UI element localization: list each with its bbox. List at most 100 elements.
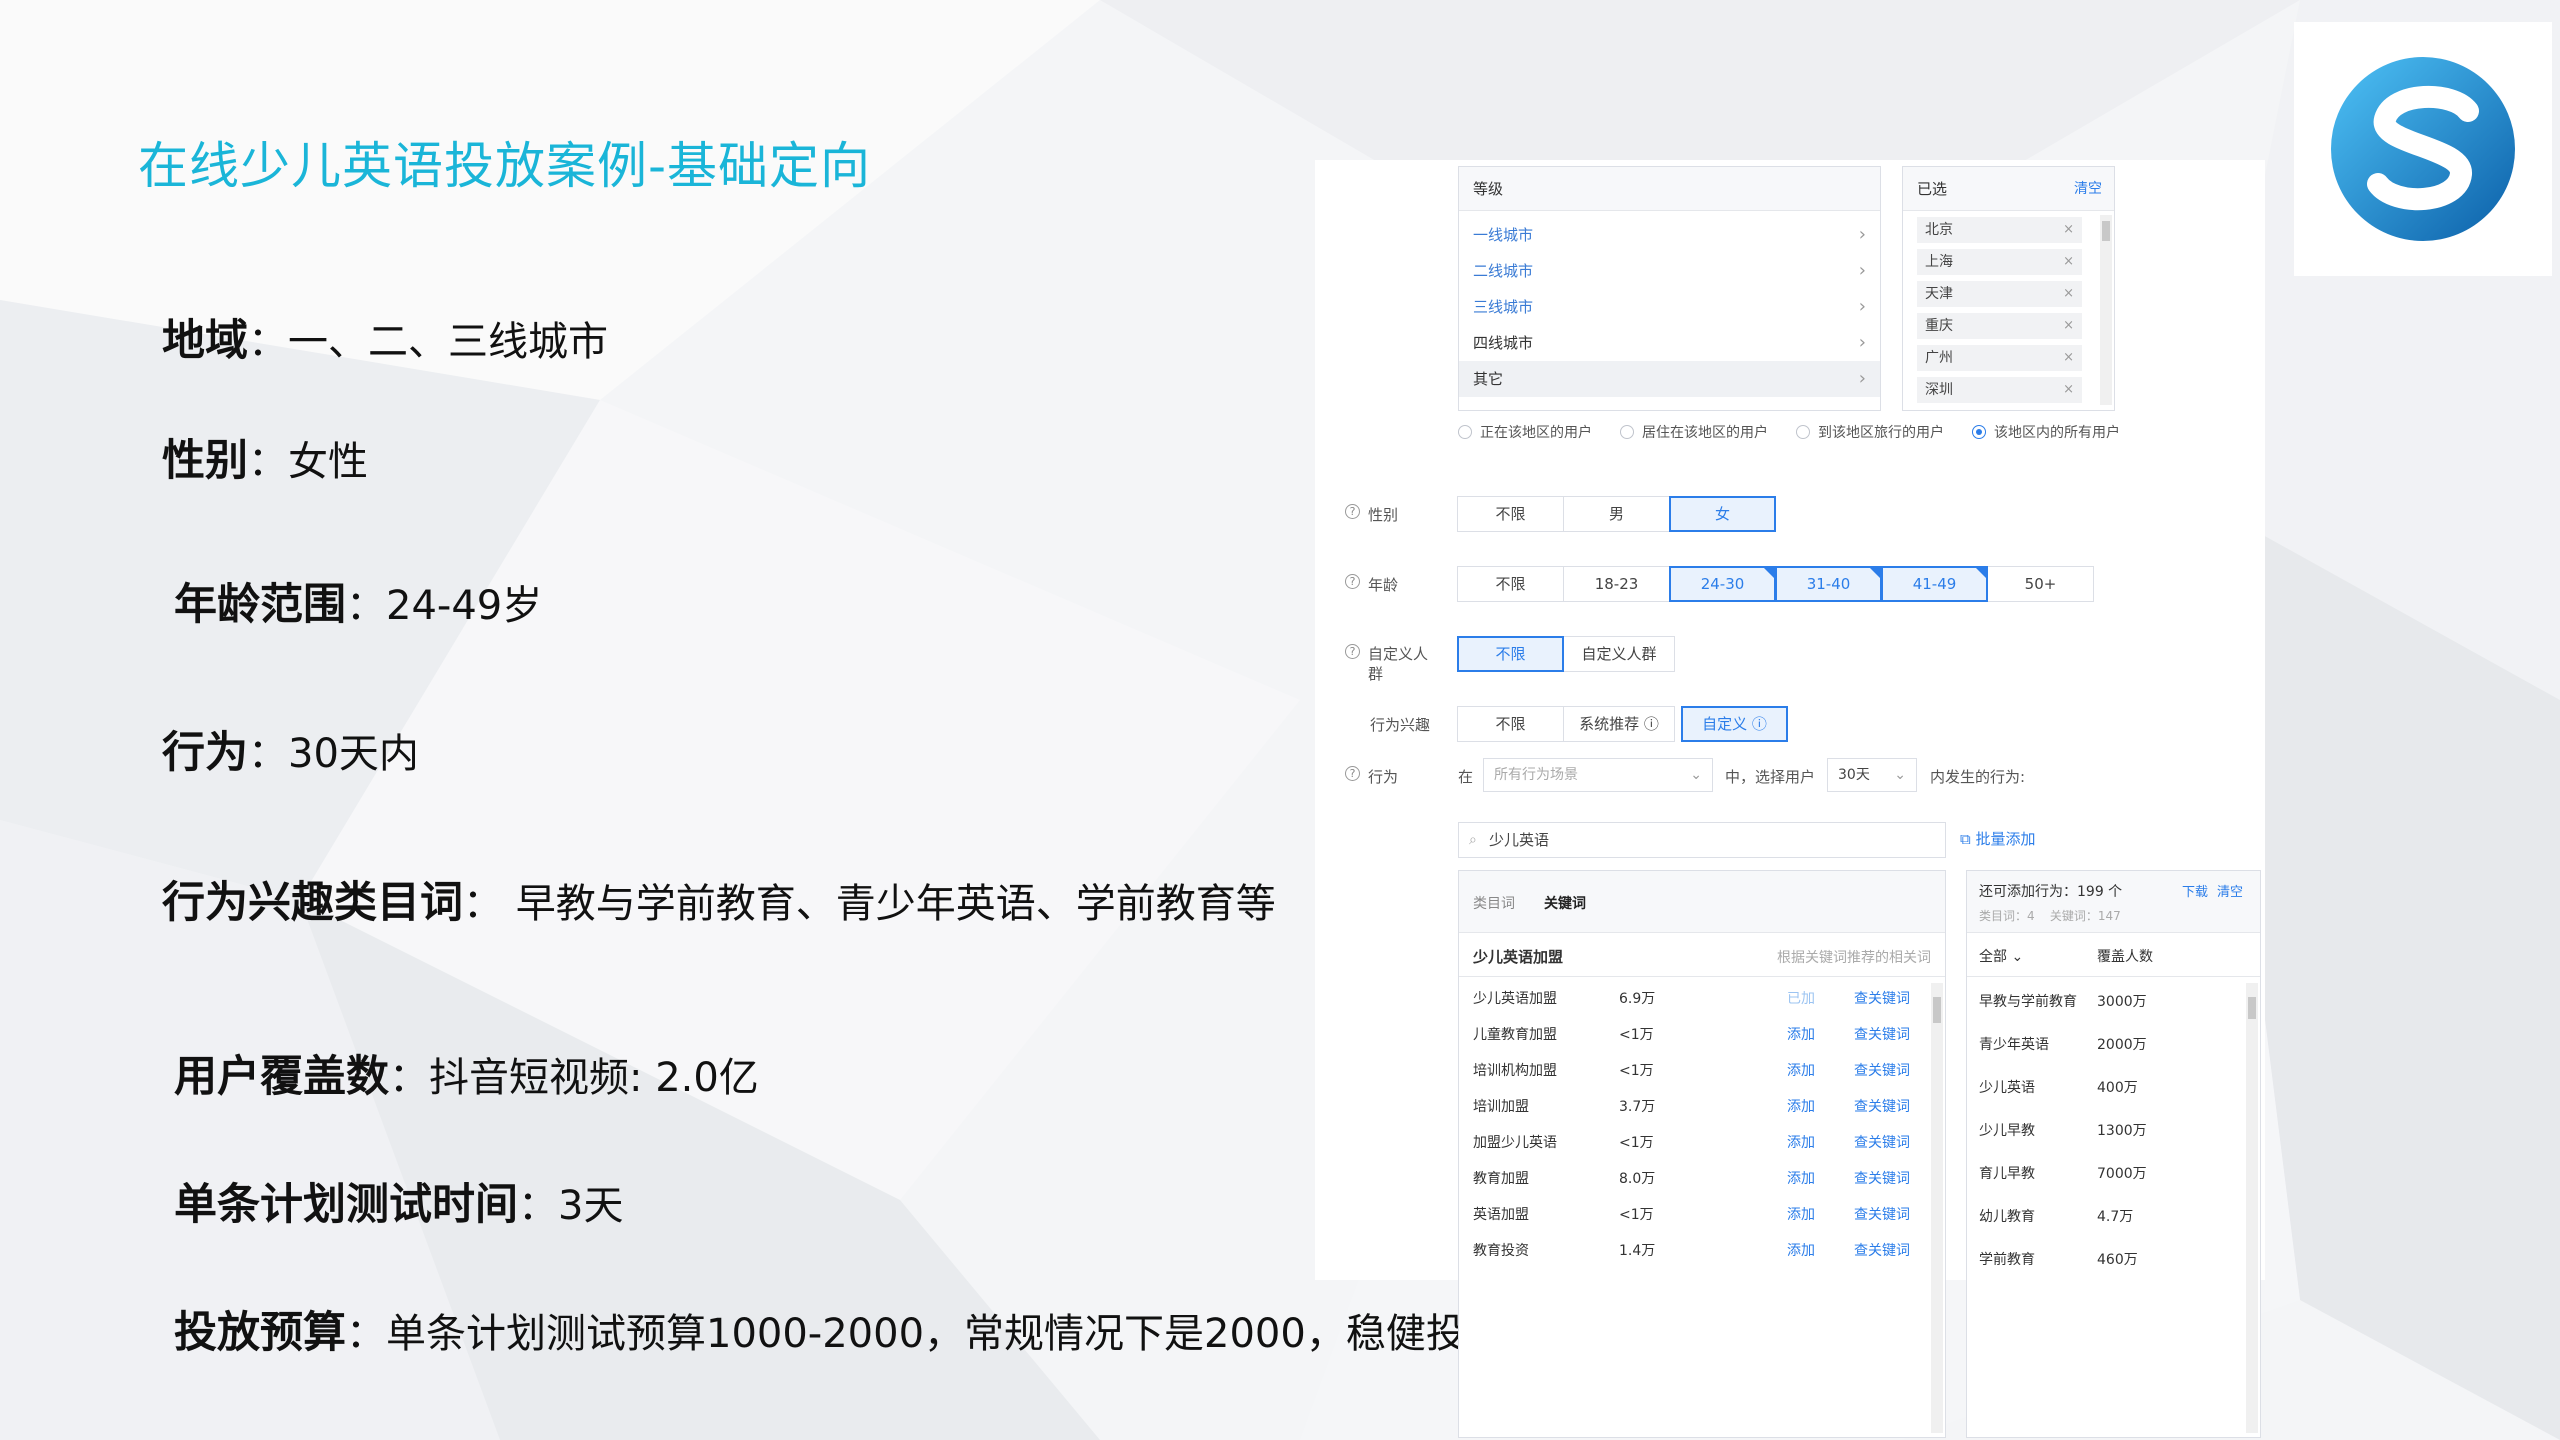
- keyword-word: 教育加盟: [1473, 1171, 1529, 1187]
- custom-option-custom[interactable]: 自定义人群: [1563, 636, 1675, 672]
- city-level-tier1[interactable]: 一线城市 ›: [1459, 217, 1880, 253]
- radio-label: 该地区内的所有用户: [1994, 425, 2120, 441]
- gender-label: ? 性别: [1345, 504, 1398, 525]
- filter-all-dropdown[interactable]: 全部 ⌄: [1979, 946, 2023, 966]
- selected-header: 已选: [1917, 180, 1948, 198]
- selected-chip: 天津 ×: [1917, 281, 2082, 307]
- close-icon[interactable]: ×: [2063, 345, 2074, 371]
- help-icon[interactable]: ?: [1345, 504, 1360, 519]
- item-age: 年龄范围：24-49岁: [174, 570, 542, 632]
- add-keyword-link[interactable]: 添加: [1787, 1197, 1815, 1233]
- related-keyword-link[interactable]: 查关键词: [1854, 1089, 1910, 1125]
- behavior-coverage: 3000万: [2097, 994, 2147, 1010]
- keyword-count: 6.9万: [1619, 991, 1656, 1007]
- item-gender: 性别：女性: [162, 426, 368, 488]
- region-scope-radios: 正在该地区的用户 居住在该地区的用户 到该地区旅行的用户 该地区内的所有用户: [1458, 422, 2120, 442]
- keyword-row: 少儿英语加盟 6.9万 已加 查关键词: [1459, 981, 1945, 1017]
- selected-chip: 重庆 ×: [1917, 313, 2082, 339]
- add-keyword-link[interactable]: 添加: [1787, 1017, 1815, 1053]
- tab-category[interactable]: 类目词: [1473, 893, 1515, 913]
- keyword-search-input[interactable]: ⌕ 少儿英语: [1458, 822, 1946, 858]
- batch-add-button[interactable]: ⧉ 批量添加: [1960, 828, 2036, 849]
- add-keyword-link[interactable]: 添加: [1787, 1161, 1815, 1197]
- related-keyword-link[interactable]: 查关键词: [1854, 1161, 1910, 1197]
- close-icon[interactable]: ×: [2063, 377, 2074, 403]
- help-icon[interactable]: ?: [1345, 574, 1360, 589]
- summary-scrollbar[interactable]: [2246, 983, 2258, 1433]
- radio-travel-users[interactable]: 到该地区旅行的用户: [1796, 422, 1944, 442]
- age-option-18-23[interactable]: 18-23: [1563, 566, 1670, 602]
- related-keyword-link[interactable]: 查关键词: [1854, 1017, 1910, 1053]
- behavior-mid-text: 中，选择用户: [1725, 768, 1816, 786]
- filter-label: 全部: [1979, 949, 2007, 965]
- keyword-word: 培训加盟: [1473, 1099, 1529, 1115]
- item-value: ：女性: [248, 439, 368, 485]
- city-level-tier4[interactable]: 四线城市 ›: [1459, 325, 1880, 361]
- chevron-down-icon: ⌄: [1690, 767, 1702, 783]
- related-keyword-link[interactable]: 查关键词: [1854, 1125, 1910, 1161]
- close-icon[interactable]: ×: [2063, 217, 2074, 243]
- selected-scrollbar[interactable]: [2100, 215, 2112, 405]
- item-value: ：抖音短视频: 2.0亿: [389, 1055, 759, 1101]
- gender-option-male[interactable]: 男: [1563, 496, 1670, 532]
- clear-all-link[interactable]: 清空: [2217, 881, 2243, 900]
- help-icon[interactable]: ?: [1345, 644, 1360, 659]
- custom-option-any[interactable]: 不限: [1457, 636, 1564, 672]
- radio-current-users[interactable]: 正在该地区的用户: [1458, 422, 1592, 442]
- chip-label: 深圳: [1925, 382, 1953, 398]
- behavior-in-text: 在: [1458, 768, 1474, 786]
- interest-option-any[interactable]: 不限: [1457, 706, 1564, 742]
- radio-resident-users[interactable]: 居住在该地区的用户: [1620, 422, 1768, 442]
- keyword-word: 少儿英语加盟: [1473, 991, 1557, 1007]
- radio-label: 到该地区旅行的用户: [1818, 425, 1944, 441]
- gender-option-any[interactable]: 不限: [1457, 496, 1564, 532]
- age-option-31-40[interactable]: 31-40: [1775, 566, 1882, 602]
- selected-chip: 上海 ×: [1917, 249, 2082, 275]
- gender-option-female[interactable]: 女: [1669, 496, 1776, 532]
- keyword-list-header: 少儿英语加盟 根据关键词推荐的相关词: [1459, 933, 1945, 977]
- interest-option-system[interactable]: 系统推荐 ⓘ: [1563, 706, 1675, 742]
- item-value: ：30天内: [248, 731, 419, 777]
- custom-audience-label: ? 自定义人群: [1345, 644, 1445, 684]
- chevron-right-icon: ›: [1858, 224, 1866, 245]
- behavior-name: 育儿早教: [1979, 1166, 2035, 1182]
- clear-selected-link[interactable]: 清空: [2074, 167, 2102, 211]
- tab-keyword[interactable]: 关键词: [1544, 893, 1586, 913]
- city-level-tier2[interactable]: 二线城市 ›: [1459, 253, 1880, 289]
- radio-all-users[interactable]: 该地区内的所有用户: [1972, 422, 2120, 442]
- age-option-41-49[interactable]: 41-49: [1881, 566, 1988, 602]
- add-keyword-link[interactable]: 添加: [1787, 1125, 1815, 1161]
- summary-row: 早教与学前教育 3000万: [1967, 981, 2260, 1024]
- close-icon[interactable]: ×: [2063, 281, 2074, 307]
- age-option-any[interactable]: 不限: [1457, 566, 1564, 602]
- close-icon[interactable]: ×: [2063, 249, 2074, 275]
- related-keyword-link[interactable]: 查关键词: [1854, 1233, 1910, 1269]
- add-keyword-link[interactable]: 添加: [1787, 1233, 1815, 1269]
- related-keyword-link[interactable]: 查关键词: [1854, 1053, 1910, 1089]
- behavior-name: 幼儿教育: [1979, 1209, 2035, 1225]
- city-level-tier3[interactable]: 三线城市 ›: [1459, 289, 1880, 325]
- download-link[interactable]: 下载: [2182, 881, 2208, 900]
- slide-title: 在线少儿英语投放案例-基础定向: [138, 137, 872, 195]
- keyword-count: <1万: [1619, 1207, 1654, 1223]
- list-title: 少儿英语加盟: [1473, 948, 1564, 966]
- summary-row: 育儿早教 7000万: [1967, 1153, 2260, 1196]
- related-keyword-link[interactable]: 查关键词: [1854, 981, 1910, 1017]
- related-keyword-link[interactable]: 查关键词: [1854, 1197, 1910, 1233]
- keyword-word: 教育投资: [1473, 1243, 1529, 1259]
- behavior-coverage: 460万: [2097, 1252, 2138, 1268]
- behavior-days-select[interactable]: 30天 ⌄: [1827, 758, 1917, 792]
- age-option-50-plus[interactable]: 50+: [1987, 566, 2094, 602]
- keyword-scrollbar[interactable]: [1931, 983, 1943, 1433]
- help-icon[interactable]: ?: [1345, 766, 1360, 781]
- add-keyword-link[interactable]: 添加: [1787, 1089, 1815, 1125]
- keyword-word: 儿童教育加盟: [1473, 1027, 1557, 1043]
- region-level-header: 等级: [1459, 167, 1880, 211]
- behavior-scene-select[interactable]: 所有行为场景 ⌄: [1483, 758, 1713, 792]
- add-keyword-link[interactable]: 添加: [1787, 1053, 1815, 1089]
- close-icon[interactable]: ×: [2063, 313, 2074, 339]
- interest-option-custom[interactable]: 自定义 ⓘ: [1681, 706, 1788, 742]
- item-key: 行为: [162, 728, 248, 778]
- age-option-24-30[interactable]: 24-30: [1669, 566, 1776, 602]
- city-level-other[interactable]: 其它 ›: [1459, 361, 1880, 397]
